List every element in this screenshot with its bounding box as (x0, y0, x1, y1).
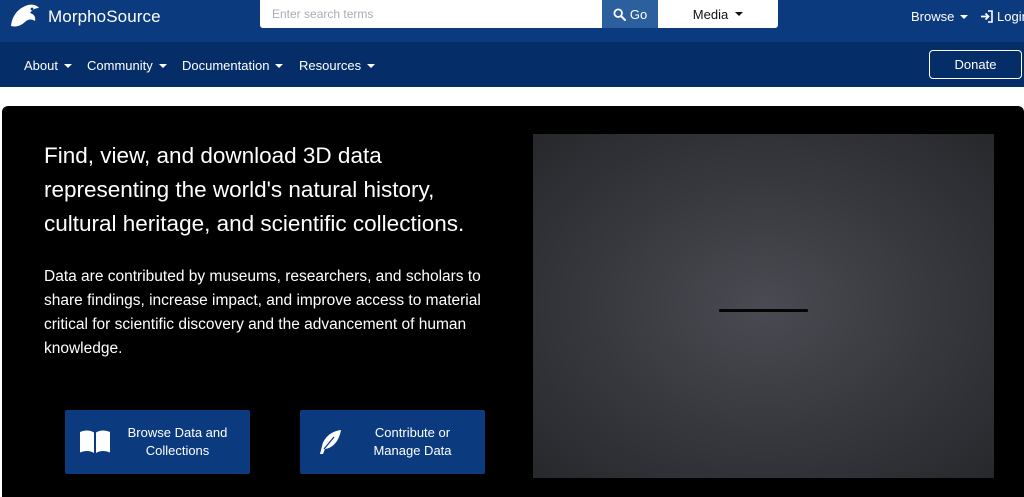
morphosource-logo-icon (11, 4, 39, 27)
nav-item-label: Documentation (182, 58, 270, 73)
logo-text: MorphoSource (48, 7, 161, 26)
login-icon (981, 10, 993, 23)
site-logo[interactable]: MorphoSource (8, 2, 161, 32)
nav-item-label: Community (87, 58, 153, 73)
nav-item-community[interactable]: Community (87, 58, 167, 73)
3d-viewer[interactable] (533, 134, 994, 478)
contribute-data-line1: Contribute or (374, 425, 451, 440)
caret-down-icon (275, 63, 284, 68)
caret-down-icon (960, 14, 969, 19)
contribute-data-line2: Manage Data (373, 443, 452, 458)
search-icon (613, 7, 626, 21)
media-label: Media (692, 6, 729, 22)
nav-item-documentation[interactable]: Documentation (182, 58, 284, 73)
browse-menu[interactable]: Browse (911, 9, 969, 24)
top-header: MorphoSource Go Media Browse Login (0, 0, 1024, 42)
hero-description: Data are contributed by museums, researc… (44, 268, 481, 357)
caret-down-icon (735, 12, 744, 16)
contribute-data-label: Contribute or Manage Data (346, 424, 485, 460)
viewer-loading-bar (719, 309, 808, 312)
contribute-data-button[interactable]: Contribute or Manage Data (300, 410, 485, 474)
feather-icon (320, 430, 341, 454)
main-nav: About Community Documentation Resources (0, 42, 1024, 87)
nav-item-label: About (24, 58, 58, 73)
caret-down-icon (63, 63, 72, 68)
open-book-icon (80, 430, 110, 453)
go-button[interactable]: Go (602, 0, 658, 28)
login-label: Login (997, 9, 1024, 24)
caret-down-icon (158, 63, 167, 68)
browse-data-label: Browse Data and Collections (111, 424, 250, 460)
login-link[interactable]: Login (980, 9, 1024, 24)
nav-item-resources[interactable]: Resources (299, 58, 376, 73)
nav-item-about[interactable]: About (24, 58, 72, 73)
browse-data-line1: Browse Data and (127, 425, 228, 440)
search-input[interactable] (260, 0, 602, 28)
browse-label: Browse (911, 9, 955, 24)
nav-item-label: Resources (299, 58, 362, 73)
donate-button[interactable]: Donate (929, 50, 1022, 79)
media-dropdown[interactable]: Media (658, 0, 778, 28)
browse-data-line2: Collections (145, 443, 210, 458)
hero-headline: Find, view, and download 3D data represe… (44, 143, 465, 236)
go-label: Go (629, 6, 648, 22)
browse-data-button[interactable]: Browse Data and Collections (65, 410, 250, 474)
caret-down-icon (367, 63, 376, 68)
